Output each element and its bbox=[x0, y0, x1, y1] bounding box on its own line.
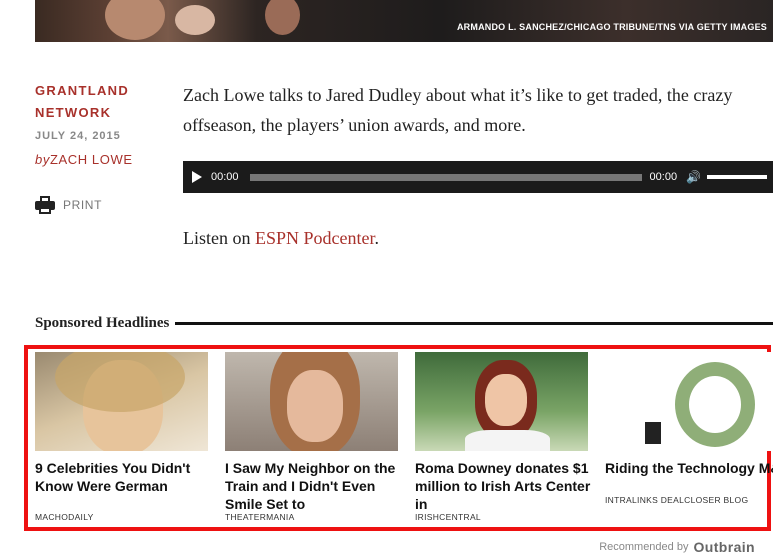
listen-suffix: . bbox=[374, 228, 380, 248]
card-source: THEATERMANIA bbox=[225, 512, 295, 522]
card-title: I Saw My Neighbor on the Train and I Did… bbox=[225, 460, 396, 512]
sponsored-card[interactable]: I Saw My Neighbor on the Train and I Did… bbox=[225, 352, 405, 522]
publish-date: JULY 24, 2015 bbox=[35, 130, 121, 142]
card-source: IRISHCENTRAL bbox=[415, 512, 481, 522]
network-line-1: GRANTLAND bbox=[35, 83, 130, 98]
audio-player: 00:00 00:00 🔊 bbox=[183, 161, 773, 193]
print-button[interactable]: PRINT bbox=[35, 196, 102, 214]
listen-prefix: Listen on bbox=[183, 228, 255, 248]
hero-image: ARMANDO L. SANCHEZ/CHICAGO TRIBUNE/TNS V… bbox=[35, 0, 773, 42]
card-title: Roma Downey donates $1 million to Irish … bbox=[415, 460, 591, 512]
progress-bar[interactable] bbox=[249, 173, 642, 181]
card-thumbnail bbox=[35, 352, 208, 451]
sponsored-card[interactable]: Riding the Technology M&A Wave INTRALINK… bbox=[605, 352, 773, 505]
sponsored-card[interactable]: 9 Celebrities You Didn't Know Were Germa… bbox=[35, 352, 215, 522]
card-title: 9 Celebrities You Didn't Know Were Germa… bbox=[35, 460, 191, 494]
play-icon[interactable] bbox=[192, 171, 202, 183]
card-source: INTRALINKS DEALCLOSER BLOG bbox=[605, 495, 749, 505]
espn-podcenter-link[interactable]: ESPN Podcenter bbox=[255, 228, 375, 248]
volume-slider[interactable] bbox=[707, 175, 768, 179]
article-description: Zach Lowe talks to Jared Dudley about wh… bbox=[183, 85, 733, 135]
card-thumbnail bbox=[605, 352, 773, 451]
recommended-by[interactable]: Recommended by Outbrain bbox=[599, 539, 755, 555]
card-thumbnail bbox=[415, 352, 588, 451]
photo-credit: ARMANDO L. SANCHEZ/CHICAGO TRIBUNE/TNS V… bbox=[456, 22, 767, 32]
outbrain-logo: Outbrain bbox=[693, 539, 755, 555]
volume-icon[interactable]: 🔊 bbox=[686, 170, 701, 184]
network-link[interactable]: GRANTLAND NETWORK bbox=[35, 80, 165, 124]
duration: 00:00 bbox=[649, 171, 678, 183]
author-link[interactable]: ZACH LOWE bbox=[50, 152, 133, 167]
article-meta: GRANTLAND NETWORK JULY 24, 2015 byZACH L… bbox=[35, 80, 165, 167]
heading-rule bbox=[175, 322, 773, 325]
card-source: MACHODAILY bbox=[35, 512, 94, 522]
current-time: 00:00 bbox=[211, 171, 239, 183]
byline: byZACH LOWE bbox=[35, 152, 165, 167]
sponsored-card[interactable]: Roma Downey donates $1 million to Irish … bbox=[415, 352, 595, 522]
sponsored-heading: Sponsored Headlines bbox=[35, 315, 170, 331]
network-line-2: NETWORK bbox=[35, 105, 112, 120]
card-thumbnail bbox=[225, 352, 398, 451]
sponsored-header: Sponsored Headlines bbox=[35, 315, 773, 332]
print-label: PRINT bbox=[63, 198, 102, 212]
listen-line: Listen on ESPN Podcenter. bbox=[183, 228, 379, 249]
recommended-label: Recommended by bbox=[599, 541, 689, 553]
printer-icon bbox=[35, 196, 55, 214]
by-prefix: by bbox=[35, 152, 50, 167]
